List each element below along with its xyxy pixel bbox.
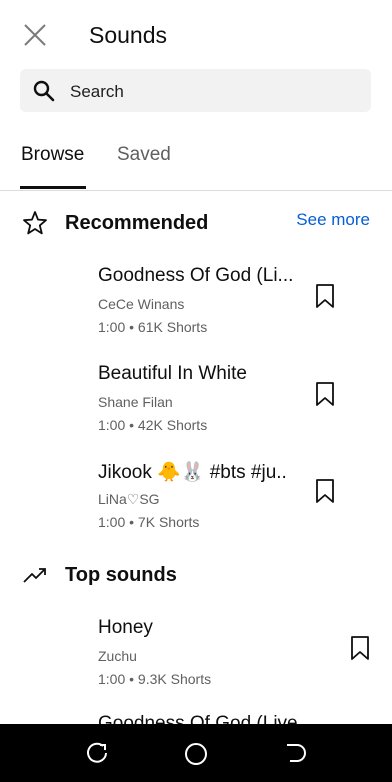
trending-icon — [23, 568, 46, 583]
sound-artist: Zuchu — [98, 648, 137, 664]
bookmark-icon[interactable] — [314, 478, 336, 504]
sound-title: Jikook 🐥🐰 #bts #ju.. — [98, 462, 287, 483]
sound-artist: CeCe Winans — [98, 296, 185, 312]
tab-browse[interactable]: Browse — [21, 144, 84, 166]
see-more-link[interactable]: See more — [296, 210, 370, 230]
home-icon[interactable] — [181, 739, 211, 769]
sound-meta: 1:00 • 61K Shorts — [98, 319, 208, 335]
header: Sounds — [0, 0, 392, 68]
sounds-screen: Sounds Browse Saved Recommended See more… — [0, 0, 392, 782]
sound-meta: 1:00 • 7K Shorts — [98, 514, 200, 530]
sound-item[interactable]: Beautiful In White Shane Filan 1:00 • 42… — [0, 363, 392, 455]
bookmark-icon[interactable] — [314, 381, 336, 407]
back-icon[interactable] — [279, 739, 309, 769]
sound-artist: LiNa♡SG — [98, 491, 160, 507]
top-sounds-section-header: Top sounds — [0, 554, 392, 594]
star-outline-icon — [23, 211, 47, 235]
sound-item[interactable]: Honey Zuchu 1:00 • 9.3K Shorts — [0, 617, 392, 709]
tab-bar: Browse Saved — [0, 130, 392, 191]
sound-title: Beautiful In White — [98, 363, 247, 384]
sound-meta: 1:00 • 42K Shorts — [98, 417, 208, 433]
sound-title: Goodness Of God (Li... — [98, 265, 294, 286]
recent-apps-icon[interactable] — [83, 739, 113, 769]
top-sounds-title: Top sounds — [65, 564, 177, 586]
sound-item[interactable]: Goodness Of God (Li... CeCe Winans 1:00 … — [0, 265, 392, 357]
sound-item[interactable]: Jikook 🐥🐰 #bts #ju.. LiNa♡SG 1:00 • 7K S… — [0, 460, 392, 552]
recommended-section-header: Recommended See more — [0, 202, 392, 242]
sound-artist: Shane Filan — [98, 394, 173, 410]
active-tab-indicator — [20, 186, 86, 189]
close-button[interactable] — [20, 20, 50, 50]
page-title: Sounds — [89, 22, 168, 48]
system-nav-bar — [0, 724, 392, 782]
search-bar[interactable] — [20, 69, 371, 114]
search-input[interactable] — [68, 69, 362, 114]
sound-title: Honey — [98, 617, 153, 638]
recommended-title: Recommended — [65, 212, 209, 234]
search-icon — [33, 80, 55, 102]
bookmark-icon[interactable] — [349, 635, 371, 661]
bookmark-icon[interactable] — [314, 283, 336, 309]
tab-saved[interactable]: Saved — [117, 144, 171, 166]
close-icon — [24, 24, 46, 46]
sound-meta: 1:00 • 9.3K Shorts — [98, 671, 212, 687]
